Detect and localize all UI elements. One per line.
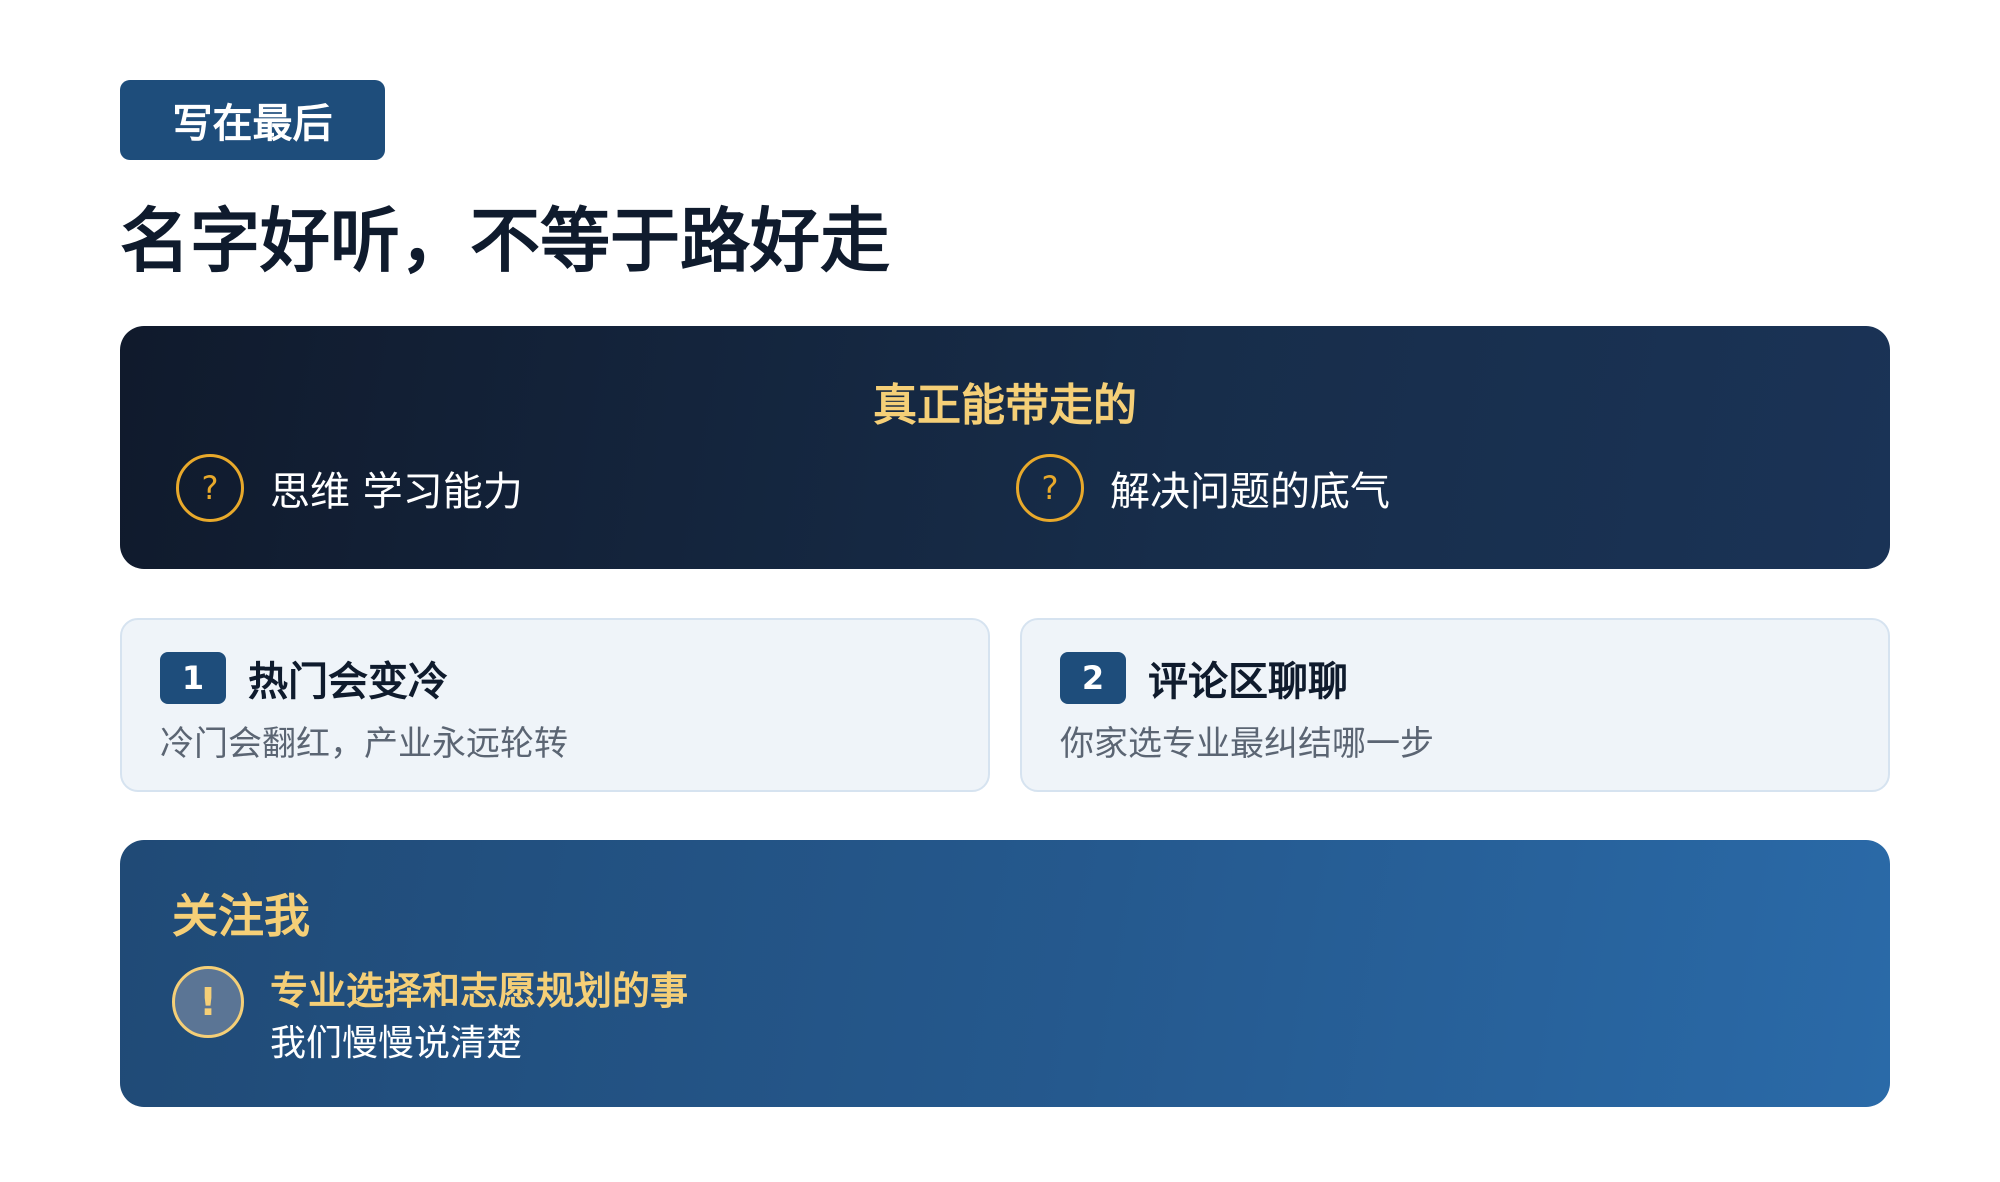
question-icon: ? [1016, 454, 1084, 522]
takeaway-item: ? 思维 学习能力 [176, 454, 523, 522]
follow-text: 我们慢慢说清楚 [270, 1023, 523, 1064]
info-card-header: 2 评论区聊聊 [1060, 650, 1348, 706]
takeaway-item: ? 解决问题的底气 [1016, 454, 1390, 522]
section-tag: 写在最后 [120, 80, 385, 160]
number-badge: 2 [1060, 652, 1126, 704]
info-card: 2 评论区聊聊 你家选专业最纠结哪一步 [1020, 618, 1890, 792]
slide: 写在最后 名字好听，不等于路好走 真正能带走的 ? 思维 学习能力 ? 解决问题… [0, 0, 2000, 1182]
takeaways-card: 真正能带走的 ? 思维 学习能力 ? 解决问题的底气 [120, 326, 1890, 569]
takeaway-text: 思维 学习能力 [270, 469, 523, 515]
takeaways-title: 真正能带走的 [873, 380, 1137, 431]
info-card-subtitle: 你家选专业最纠结哪一步 [1060, 724, 1434, 764]
follow-highlight: 专业选择和志愿规划的事 [270, 969, 689, 1013]
info-card-title: 热门会变冷 [248, 659, 448, 705]
follow-title: 关注我 [172, 889, 310, 943]
page-title: 名字好听，不等于路好走 [120, 200, 890, 282]
info-card-title: 评论区聊聊 [1148, 659, 1348, 705]
question-icon: ? [176, 454, 244, 522]
info-card: 1 热门会变冷 冷门会翻红，产业永远轮转 [120, 618, 990, 792]
number-badge: 1 [160, 652, 226, 704]
takeaway-text: 解决问题的底气 [1110, 469, 1390, 515]
exclamation-icon: ! [172, 966, 244, 1038]
info-card-header: 1 热门会变冷 [160, 650, 448, 706]
follow-card: 关注我 ! 专业选择和志愿规划的事 我们慢慢说清楚 [120, 840, 1890, 1107]
info-card-subtitle: 冷门会翻红，产业永远轮转 [160, 724, 568, 764]
